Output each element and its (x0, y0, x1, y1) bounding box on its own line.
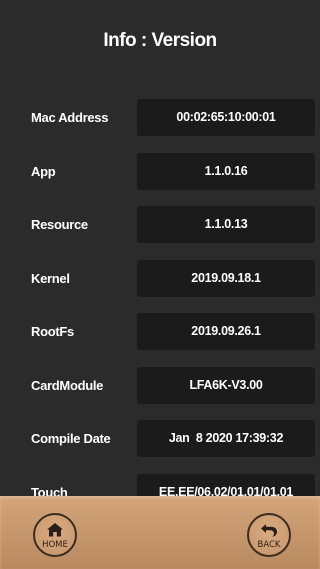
row-label: Mac Address (31, 110, 109, 125)
row-label: Resource (31, 217, 88, 232)
version-info-screen: Info : Version Mac Address 00:02:65:10:0… (0, 0, 320, 569)
home-button[interactable]: HOME (33, 513, 77, 557)
row-kernel: Kernel 2019.09.18.1 (0, 259, 320, 297)
row-value: Jan 8 2020 17:39:32 (137, 420, 315, 457)
row-compile-date: Compile Date Jan 8 2020 17:39:32 (0, 420, 320, 457)
row-value: 1.1.0.13 (137, 206, 315, 243)
row-label: Kernel (31, 270, 70, 286)
row-app: App 1.1.0.16 (0, 152, 320, 190)
back-button[interactable]: BACK (247, 513, 291, 557)
row-value: 2019.09.18.1 (137, 259, 315, 297)
row-resource: Resource 1.1.0.13 (0, 206, 320, 243)
info-list: Mac Address 00:02:65:10:00:01 App 1.1.0.… (0, 99, 320, 527)
row-value: 1.1.0.16 (137, 152, 315, 190)
row-label: Compile Date (31, 431, 111, 446)
row-mac-address: Mac Address 00:02:65:10:00:01 (0, 99, 320, 136)
row-label: CardModule (31, 377, 104, 393)
home-button-label: HOME (42, 540, 68, 550)
row-rootfs: RootFs 2019.09.26.1 (0, 313, 320, 350)
row-card-module: CardModule LFA6K-V3.00 (0, 366, 320, 404)
row-label: RootFs (31, 324, 74, 339)
row-value: LFA6K-V3.00 (137, 366, 315, 404)
row-value: 00:02:65:10:00:01 (137, 99, 315, 136)
page-title: Info : Version (103, 30, 217, 51)
bottom-nav-bar: HOME BACK (0, 496, 320, 569)
back-arrow-icon (249, 521, 289, 539)
row-value: 2019.09.26.1 (137, 313, 315, 350)
row-label: App (31, 163, 56, 179)
back-button-label: BACK (257, 540, 281, 550)
home-icon (35, 521, 75, 539)
